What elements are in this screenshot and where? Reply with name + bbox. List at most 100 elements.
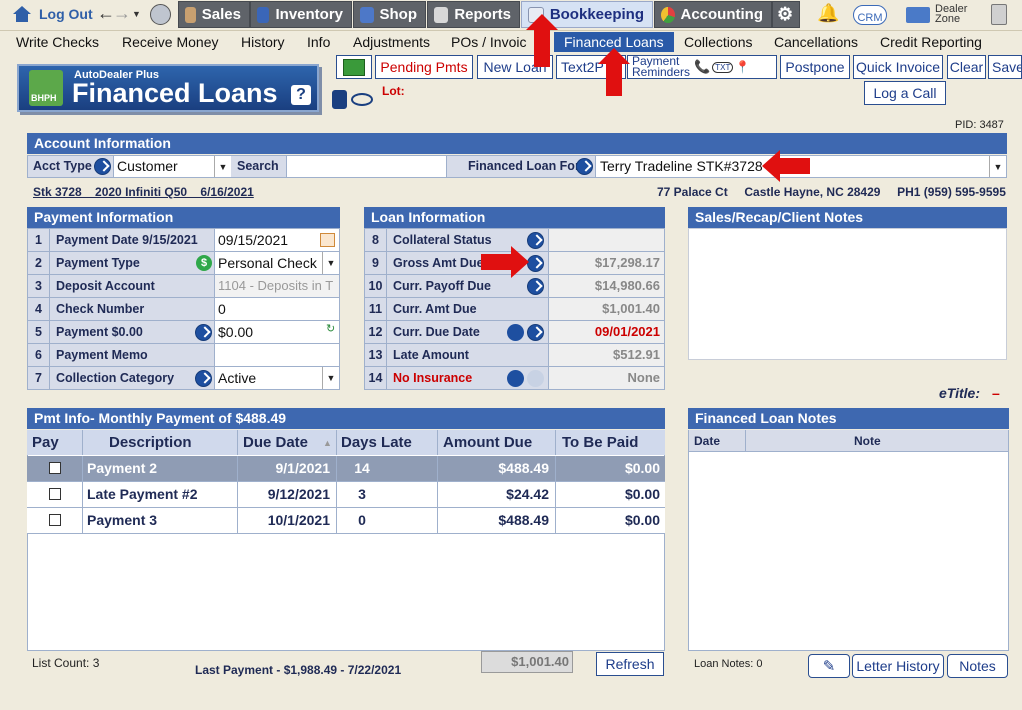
dollar-icon[interactable]: $: [196, 255, 212, 271]
payment-reminders-label-2: Reminders: [632, 65, 691, 79]
dealer-zone-label-2[interactable]: Zone: [935, 13, 960, 25]
settings-button[interactable]: ⚙: [772, 1, 800, 28]
nav-sales[interactable]: Sales: [178, 1, 250, 28]
support-avatar-icon[interactable]: [150, 4, 171, 25]
collateral-link-icon[interactable]: [527, 232, 544, 249]
export-excel-button[interactable]: [336, 55, 372, 79]
dropdown-arrow-icon[interactable]: ▼: [132, 9, 141, 19]
menu-adjustments[interactable]: Adjustments: [353, 34, 430, 50]
col-to-be-paid[interactable]: To Be Paid: [556, 430, 665, 455]
home-icon[interactable]: [12, 5, 32, 23]
menu-collections[interactable]: Collections: [684, 34, 752, 50]
pay-checkbox[interactable]: [49, 462, 61, 474]
quick-invoice-button[interactable]: Quick Invoice: [853, 55, 943, 79]
chevron-down-icon[interactable]: ▼: [322, 252, 339, 274]
postpone-button[interactable]: Postpone: [780, 55, 850, 79]
nav-reports[interactable]: Reports: [427, 1, 520, 28]
refresh-button[interactable]: Refresh: [596, 652, 664, 676]
due-date-link-icon[interactable]: [527, 324, 544, 341]
column-divider: [745, 430, 746, 452]
payment-row-2: 2 Payment Type $ Personal Check ▼: [28, 252, 339, 275]
loan-row-14: 14 No Insurance None: [365, 367, 664, 390]
nav-accounting[interactable]: Accounting: [654, 1, 772, 28]
col-note[interactable]: Note: [854, 434, 881, 448]
print-icon[interactable]: [507, 324, 524, 341]
col-amount-due[interactable]: Amount Due: [438, 430, 556, 455]
payment-reminders-button[interactable]: Payment Reminders 📞 TXT 📍: [627, 55, 777, 79]
bell-icon[interactable]: 🔔: [817, 3, 839, 24]
nav-inventory[interactable]: Inventory: [250, 1, 352, 28]
financed-for-link-icon[interactable]: [576, 158, 593, 175]
payment-memo-input[interactable]: [215, 344, 339, 366]
calculator-icon[interactable]: [991, 4, 1007, 25]
chevron-down-icon[interactable]: ▼: [322, 367, 339, 389]
edit-note-button[interactable]: ✎: [808, 654, 850, 678]
save-button[interactable]: Save: [988, 55, 1022, 79]
col-date[interactable]: Date: [694, 434, 720, 448]
log-call-button[interactable]: Log a Call: [864, 81, 946, 105]
help-icon[interactable]: ?: [291, 85, 311, 105]
forward-arrow-icon[interactable]: →: [113, 3, 131, 24]
menu-credit-reporting[interactable]: Credit Reporting: [880, 34, 982, 50]
payoff-link-icon[interactable]: [527, 278, 544, 295]
payment-amount-input[interactable]: $0.00: [215, 321, 339, 343]
wrench-icon: [360, 6, 374, 23]
vehicle-link[interactable]: Stk 3728 2020 Infiniti Q50 6/16/2021: [33, 185, 254, 199]
menu-write-checks[interactable]: Write Checks: [16, 34, 99, 50]
payment-link-icon[interactable]: [195, 324, 212, 341]
payment-type-select[interactable]: Personal Check: [215, 252, 322, 274]
col-description[interactable]: Description: [83, 430, 238, 455]
acct-type-select[interactable]: Customer ▼: [113, 156, 231, 177]
payment-row-7: 7 Collection Category Active ▼: [28, 367, 339, 390]
dealer-zone-icon[interactable]: [906, 7, 930, 23]
crm-button[interactable]: CRM: [853, 5, 887, 25]
menu-pos-invoices[interactable]: POs / Invoic: [451, 34, 526, 50]
chevron-down-icon: ▼: [214, 156, 231, 177]
col-days-late[interactable]: Days Late: [337, 430, 438, 455]
col-pay[interactable]: Pay: [27, 430, 83, 455]
loan-row-12: 12 Curr. Due Date 09/01/2021: [365, 321, 664, 344]
table-row[interactable]: Payment 3 10/1/2021 0 $488.49 $0.00: [27, 508, 665, 534]
check-number-input[interactable]: 0: [215, 298, 339, 320]
pay-checkbox[interactable]: [49, 514, 61, 526]
pay-checkbox[interactable]: [49, 488, 61, 500]
lot-label: Lot:: [382, 84, 405, 98]
table-row[interactable]: Payment 2 9/1/2021 14 $488.49 $0.00: [27, 456, 665, 482]
collection-category-select[interactable]: Active: [215, 367, 322, 389]
loan-row-13: 13 Late Amount $512.91: [365, 344, 664, 367]
payment-row-1: 1 Payment Date 9/15/2021 09/15/2021: [28, 229, 339, 252]
nav-bookkeeping[interactable]: Bookkeeping: [521, 1, 653, 28]
unlock-icon[interactable]: [332, 90, 347, 109]
eye-icon[interactable]: [351, 93, 373, 106]
calendar-icon[interactable]: [320, 233, 335, 247]
deposit-account-field[interactable]: 1104 - Deposits in T: [215, 275, 339, 297]
clear-button[interactable]: Clear: [947, 55, 986, 79]
loan-row-11: 11 Curr. Amt Due $1,001.40: [365, 298, 664, 321]
map-pin-icon: 📍: [735, 60, 751, 74]
menu-info[interactable]: Info: [307, 34, 330, 50]
gross-amt-link-icon[interactable]: [527, 255, 544, 272]
acct-type-link-icon[interactable]: [94, 158, 111, 175]
list-count: List Count: 3: [32, 656, 100, 670]
logout-link[interactable]: Log Out: [39, 6, 93, 22]
search-input[interactable]: [286, 156, 447, 177]
notes-button[interactable]: Notes: [947, 654, 1008, 678]
nav-shop[interactable]: Shop: [353, 1, 426, 28]
print-icon[interactable]: [507, 370, 524, 387]
chevron-down-icon: ▼: [989, 156, 1006, 177]
client-notes-box[interactable]: [688, 228, 1007, 360]
financed-for-select[interactable]: Terry Tradeline STK#3728 ▼: [595, 156, 1006, 177]
menu-history[interactable]: History: [241, 34, 285, 50]
menu-receive-money[interactable]: Receive Money: [122, 34, 219, 50]
menu-cancellations[interactable]: Cancellations: [774, 34, 858, 50]
new-loan-button[interactable]: New Loan: [477, 55, 553, 79]
menu-financed-loans[interactable]: Financed Loans: [554, 32, 674, 52]
letter-history-button[interactable]: Letter History: [852, 654, 944, 678]
pending-pmts-button[interactable]: Pending Pmts: [375, 55, 473, 79]
etitle-value: –: [992, 385, 1000, 401]
text2pay-button[interactable]: Text2P: [556, 55, 626, 79]
address-text: 77 Palace Ct Castle Hayne, NC 28429 PH1 …: [657, 185, 1006, 199]
collection-link-icon[interactable]: [195, 370, 212, 387]
table-row[interactable]: Late Payment #2 9/12/2021 3 $24.42 $0.00: [27, 482, 665, 508]
refresh-small-icon[interactable]: ↻: [326, 322, 335, 335]
